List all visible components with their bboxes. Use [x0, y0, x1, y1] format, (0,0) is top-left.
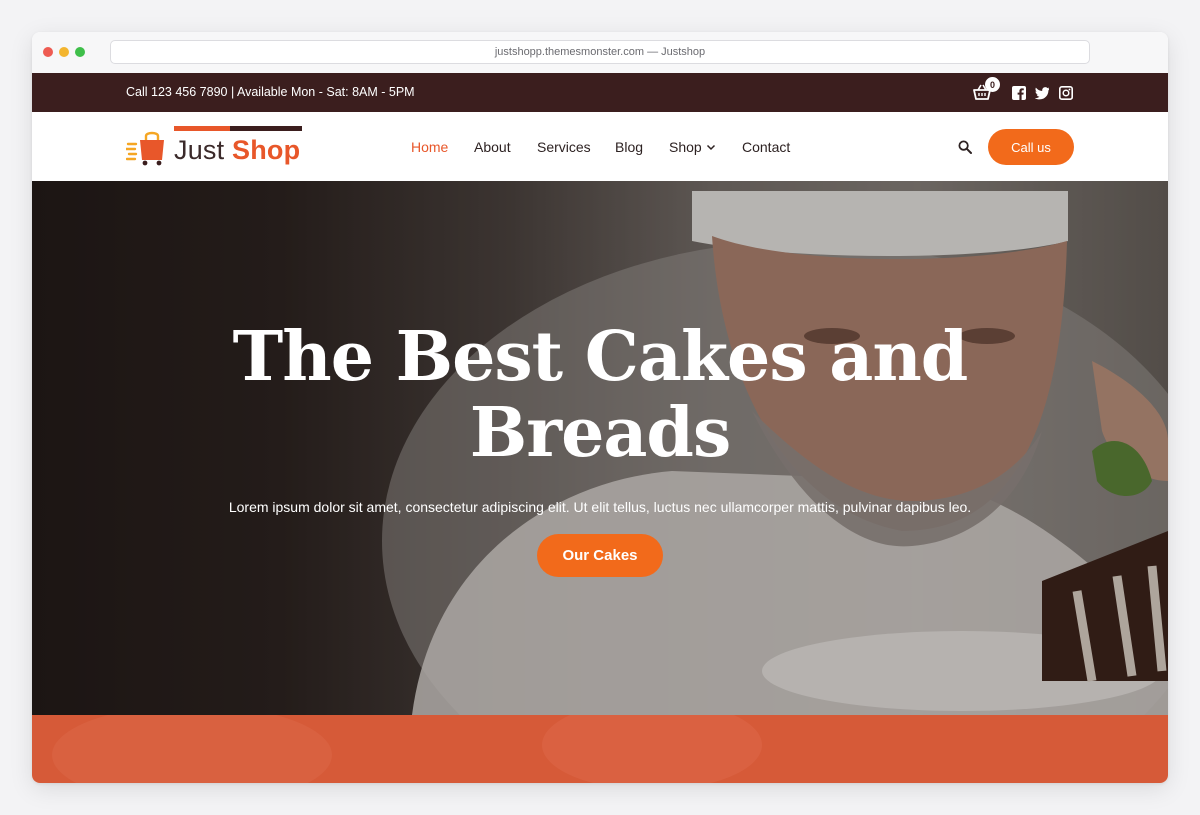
- twitter-icon[interactable]: [1035, 86, 1049, 100]
- browser-chrome: justshopp.themesmonster.com — Justshop: [32, 32, 1168, 73]
- logo-dark-bar: [230, 126, 302, 131]
- shopping-bag-logo-icon: [126, 131, 164, 166]
- site-logo[interactable]: Just Shop: [126, 124, 306, 170]
- nav-shop[interactable]: Shop: [669, 139, 702, 155]
- chevron-down-icon[interactable]: [706, 142, 716, 152]
- browser-window: justshopp.themesmonster.com — Justshop C…: [32, 32, 1168, 783]
- contact-info: Call 123 456 7890 | Available Mon - Sat:…: [126, 85, 415, 99]
- nav-blog[interactable]: Blog: [615, 139, 643, 155]
- our-cakes-button[interactable]: Our Cakes: [537, 534, 663, 577]
- nav-contact[interactable]: Contact: [742, 139, 790, 155]
- nav-home[interactable]: Home: [411, 139, 448, 155]
- call-us-button[interactable]: Call us: [988, 129, 1074, 165]
- nav-services[interactable]: Services: [537, 139, 591, 155]
- hero-subtitle: Lorem ipsum dolor sit amet, consectetur …: [228, 499, 972, 515]
- instagram-icon[interactable]: [1059, 86, 1073, 100]
- hero-title: The Best Cakes and Breads: [232, 317, 969, 473]
- logo-accent-bar: [174, 126, 230, 131]
- main-navbar: Just Shop Home About Services Blog Shop …: [32, 112, 1168, 181]
- orange-section-band: [32, 715, 1168, 783]
- band-texture-decor: [52, 715, 762, 783]
- logo-word-just: Just: [174, 135, 225, 165]
- logo-wordmark: Just Shop: [174, 135, 300, 166]
- facebook-icon[interactable]: [1012, 86, 1026, 100]
- maximize-window-button[interactable]: [75, 47, 85, 57]
- top-info-bar: Call 123 456 7890 | Available Mon - Sat:…: [32, 73, 1168, 112]
- logo-word-shop: Shop: [232, 135, 301, 165]
- close-window-button[interactable]: [43, 47, 53, 57]
- search-icon[interactable]: [958, 140, 972, 154]
- address-bar[interactable]: justshopp.themesmonster.com — Justshop: [110, 40, 1090, 64]
- nav-about[interactable]: About: [474, 139, 511, 155]
- address-bar-text: justshopp.themesmonster.com — Justshop: [494, 46, 706, 58]
- minimize-window-button[interactable]: [59, 47, 69, 57]
- hero-section: The Best Cakes and Breads Lorem ipsum do…: [32, 181, 1168, 715]
- cart-count-badge: 0: [985, 77, 1000, 92]
